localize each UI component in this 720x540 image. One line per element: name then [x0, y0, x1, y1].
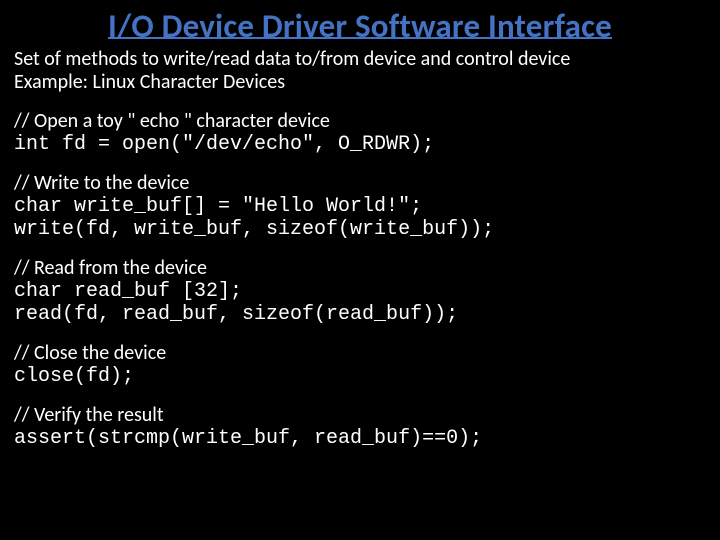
comment-read: // Read from the device [14, 257, 706, 280]
intro-line-1: Set of methods to write/read data to/fro… [14, 48, 706, 71]
comment-close: // Close the device [14, 342, 706, 365]
comment-verify: // Verify the result [14, 404, 706, 427]
comment-open: // Open a toy " echo " character device [14, 110, 706, 133]
code-read: char read_buf [32]; read(fd, read_buf, s… [14, 280, 706, 326]
intro-line-2: Example: Linux Character Devices [14, 71, 706, 94]
slide-title: I/O Device Driver Software Interface [14, 6, 706, 46]
code-close: close(fd); [14, 365, 706, 388]
slide: I/O Device Driver Software Interface Set… [0, 0, 720, 540]
code-open: int fd = open("/dev/echo", O_RDWR); [14, 133, 706, 156]
comment-write: // Write to the device [14, 172, 706, 195]
code-verify: assert(strcmp(write_buf, read_buf)==0); [14, 427, 706, 450]
code-write: char write_buf[] = "Hello World!"; write… [14, 195, 706, 241]
